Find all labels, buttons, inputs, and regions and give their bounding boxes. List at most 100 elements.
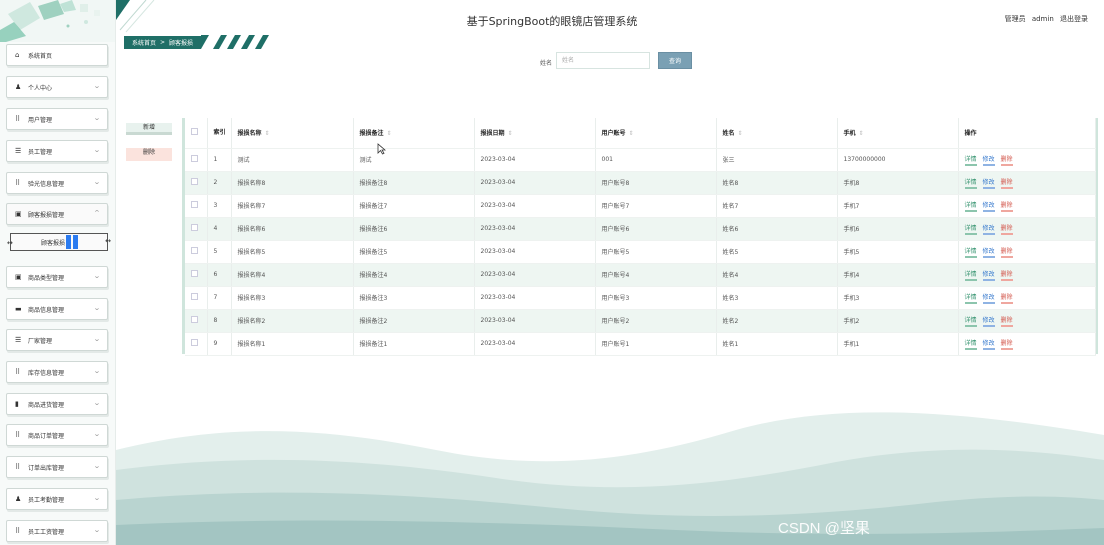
edit-button[interactable]: 修改 xyxy=(982,223,995,235)
submenu-item-damage-report[interactable]: ↔ 顾客报损 ↔ xyxy=(7,233,111,251)
row-checkbox[interactable] xyxy=(191,270,198,277)
sidebar-item-13[interactable]: ⠿ 订单出库管理 ⌄ xyxy=(6,456,108,478)
column-header-account[interactable]: 用户账号 ⇕ xyxy=(595,118,717,149)
detail-button[interactable]: 详情 xyxy=(964,223,977,235)
detail-button[interactable]: 详情 xyxy=(964,154,977,166)
edit-button[interactable]: 修改 xyxy=(982,315,995,327)
row-delete-button[interactable]: 删除 xyxy=(1000,177,1013,189)
row-checkbox-cell[interactable] xyxy=(185,240,208,264)
sort-icon[interactable]: ⇕ xyxy=(387,130,392,137)
delete-button[interactable]: 删除 xyxy=(126,148,172,161)
sidebar-item-2[interactable]: ♟ 个人中心 ⌄ xyxy=(6,76,108,98)
column-header-label: 报损日期 xyxy=(480,130,505,138)
edit-button[interactable]: 修改 xyxy=(982,154,995,166)
sidebar-item-8[interactable]: ▬ 商品信息管理 ⌄ xyxy=(6,298,108,320)
row-checkbox-cell[interactable] xyxy=(185,286,208,310)
row-checkbox-cell[interactable] xyxy=(185,309,208,333)
row-checkbox[interactable] xyxy=(191,293,198,300)
detail-button[interactable]: 详情 xyxy=(964,246,977,258)
detail-button[interactable]: 详情 xyxy=(964,292,977,304)
row-checkbox[interactable] xyxy=(191,178,198,185)
detail-button[interactable]: 详情 xyxy=(964,269,977,281)
sidebar-item-11[interactable]: ▮ 商品进货管理 ⌄ xyxy=(6,393,108,415)
sort-icon[interactable]: ⇕ xyxy=(859,130,864,137)
table-row[interactable]: 6 报损名称4 报损备注4 2023-03-04 用户账号4 姓名4 手机4 详情 修改 删除 xyxy=(185,263,1096,287)
edit-button[interactable]: 修改 xyxy=(982,246,995,258)
detail-button[interactable]: 详情 xyxy=(964,200,977,212)
row-checkbox[interactable] xyxy=(191,247,198,254)
row-checkbox-cell[interactable] xyxy=(185,171,208,195)
row-delete-button[interactable]: 删除 xyxy=(1000,269,1013,281)
row-delete-button[interactable]: 删除 xyxy=(1000,223,1013,235)
row-delete-button[interactable]: 删除 xyxy=(1000,200,1013,212)
row-checkbox-cell[interactable] xyxy=(185,332,208,356)
sidebar-item-5[interactable]: ⠿ 验光信息管理 ⌄ xyxy=(6,172,108,194)
column-header-note[interactable]: 报损备注 ⇕ xyxy=(353,118,475,149)
search-button[interactable]: 查询 xyxy=(658,52,692,69)
column-header-date[interactable]: 报损日期 ⇕ xyxy=(474,118,596,149)
select-all-checkbox[interactable] xyxy=(191,128,198,136)
logout-link[interactable]: 退出登录 xyxy=(1060,15,1088,23)
column-header-person[interactable]: 姓名 ⇕ xyxy=(716,118,838,149)
detail-button[interactable]: 详情 xyxy=(964,177,977,189)
table-row[interactable]: 7 报损名称3 报损备注3 2023-03-04 用户账号3 姓名3 手机3 详情 修改 删除 xyxy=(185,286,1096,310)
sort-icon[interactable]: ⇕ xyxy=(629,130,634,137)
column-header-phone[interactable]: 手机 ⇕ xyxy=(837,118,959,149)
resize-handle-left-icon[interactable]: ↔ xyxy=(7,239,13,247)
detail-button[interactable]: 详情 xyxy=(964,338,977,350)
resize-handle-right-icon[interactable]: ↔ xyxy=(105,237,111,245)
table-row[interactable]: 1 测试 测试 2023-03-04 001 张三 13700000000 详情 修改 删除 xyxy=(185,148,1096,172)
row-delete-button[interactable]: 删除 xyxy=(1000,292,1013,304)
detail-button[interactable]: 详情 xyxy=(964,315,977,327)
select-all-checkbox-cell[interactable] xyxy=(185,118,208,149)
sidebar-item-label: 员工工资管理 xyxy=(28,528,65,536)
sidebar-item-12[interactable]: ⠿ 商品订单管理 ⌄ xyxy=(6,424,108,446)
breadcrumb-home[interactable]: 系统首页 xyxy=(132,38,156,47)
row-delete-button[interactable]: 删除 xyxy=(1000,315,1013,327)
sidebar-item-14[interactable]: ♟ 员工考勤管理 ⌄ xyxy=(6,488,108,510)
sort-icon[interactable]: ⇕ xyxy=(508,130,513,137)
sidebar-item-9[interactable]: ☰ 厂家管理 ⌄ xyxy=(6,329,108,351)
sort-icon[interactable]: ⇕ xyxy=(738,130,743,137)
sidebar-item-6[interactable]: ▣ 顾客报损管理 ⌃ xyxy=(6,203,108,225)
sidebar-item-7[interactable]: ▣ 商品类型管理 ⌄ xyxy=(6,266,108,288)
edit-button[interactable]: 修改 xyxy=(982,338,995,350)
table-row[interactable]: 9 报损名称1 报损备注1 2023-03-04 用户账号1 姓名1 手机1 详情 修改 删除 xyxy=(185,332,1096,356)
sort-icon[interactable]: ⇕ xyxy=(265,130,270,137)
row-delete-button[interactable]: 删除 xyxy=(1000,154,1013,166)
user-icon: ♟ xyxy=(15,495,22,503)
table-row[interactable]: 5 报损名称5 报损备注5 2023-03-04 用户账号5 姓名5 手机5 详情 修改 删除 xyxy=(185,240,1096,264)
row-checkbox-cell[interactable] xyxy=(185,217,208,241)
row-delete-button[interactable]: 删除 xyxy=(1000,338,1013,350)
table-row[interactable]: 4 报损名称6 报损备注6 2023-03-04 用户账号6 姓名6 手机6 详情 修改 删除 xyxy=(185,217,1096,241)
sidebar-item-10[interactable]: ⠿ 库存信息管理 ⌄ xyxy=(6,361,108,383)
sidebar-item-15[interactable]: ⠿ 员工工资管理 ⌄ xyxy=(6,520,108,542)
table-row[interactable]: 8 报损名称2 报损备注2 2023-03-04 用户账号2 姓名2 手机2 详情 修改 删除 xyxy=(185,309,1096,333)
row-checkbox-cell[interactable] xyxy=(185,263,208,287)
row-checkbox-cell[interactable] xyxy=(185,148,208,172)
edit-button[interactable]: 修改 xyxy=(982,292,995,304)
sidebar-item-1[interactable]: ⌂ 系统首页 xyxy=(6,44,108,66)
cell-index: 3 xyxy=(207,194,232,218)
column-header-name[interactable]: 报损名称 ⇕ xyxy=(231,118,354,149)
search-input[interactable]: 姓名 xyxy=(556,52,650,69)
row-checkbox[interactable] xyxy=(191,201,198,208)
add-button[interactable]: 新增 xyxy=(126,123,172,135)
cell-note: 报损备注8 xyxy=(353,171,475,195)
row-delete-button[interactable]: 删除 xyxy=(1000,246,1013,258)
row-checkbox[interactable] xyxy=(191,224,198,231)
edit-button[interactable]: 修改 xyxy=(982,177,995,189)
row-checkbox[interactable] xyxy=(191,339,198,346)
row-checkbox[interactable] xyxy=(191,155,198,162)
row-checkbox-cell[interactable] xyxy=(185,194,208,218)
table-row[interactable]: 3 报损名称7 报损备注7 2023-03-04 用户账号7 姓名7 手机7 详情 修改 删除 xyxy=(185,194,1096,218)
edit-button[interactable]: 修改 xyxy=(982,269,995,281)
sidebar-item-4[interactable]: ☰ 员工管理 ⌄ xyxy=(6,140,108,162)
user-role: 管理员 xyxy=(1004,15,1026,23)
chevron-down-icon: ⌄ xyxy=(93,526,101,534)
sidebar-item-3[interactable]: ⠿ 用户管理 ⌄ xyxy=(6,108,108,130)
row-checkbox[interactable] xyxy=(191,316,198,323)
edit-button[interactable]: 修改 xyxy=(982,200,995,212)
cell-note: 报损备注3 xyxy=(353,286,475,310)
table-row[interactable]: 2 报损名称8 报损备注8 2023-03-04 用户账号8 姓名8 手机8 详情 修改 删除 xyxy=(185,171,1096,195)
